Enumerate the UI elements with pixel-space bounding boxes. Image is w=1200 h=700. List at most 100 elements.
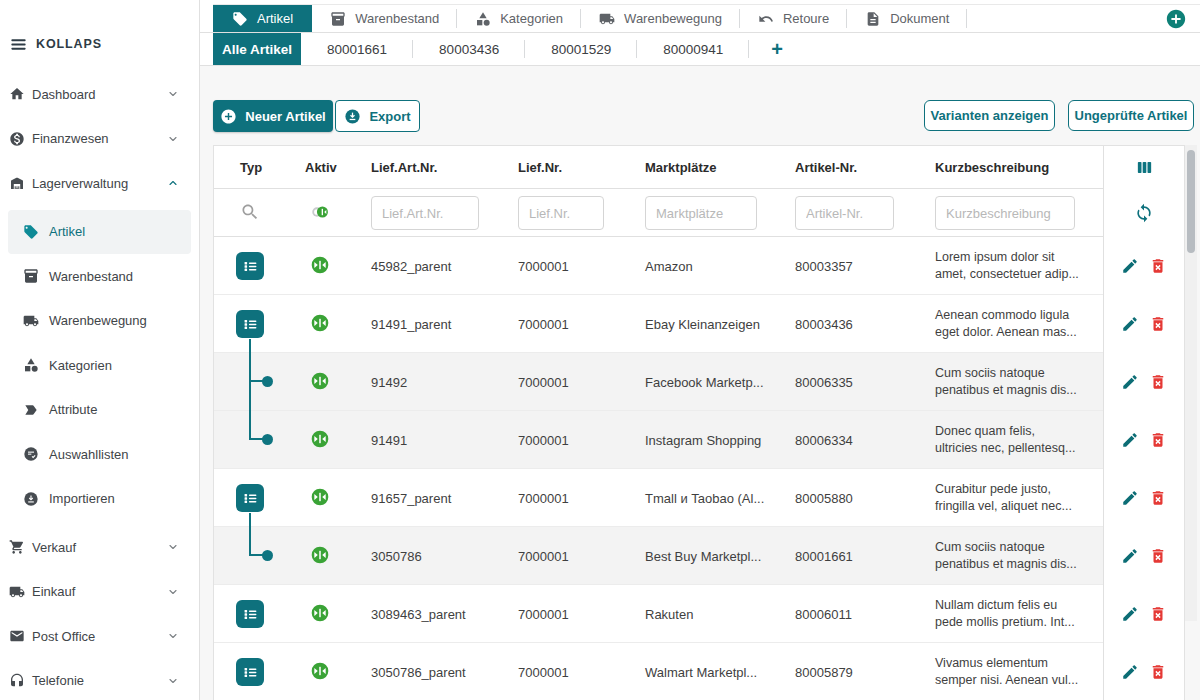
sidebar-item-lagerverwaltung[interactable]: Lagerverwaltung xyxy=(0,161,199,206)
active-status-icon xyxy=(310,313,330,333)
truck-icon xyxy=(599,11,615,27)
column-header-artikel-nr-: Artikel-Nr. xyxy=(795,160,935,175)
variant-list-button[interactable] xyxy=(236,252,264,280)
tree-connector-line xyxy=(249,411,251,440)
export-button[interactable]: Export xyxy=(335,100,420,132)
delete-icon[interactable] xyxy=(1149,605,1167,623)
filter-input-kurzbeschreibung[interactable] xyxy=(935,196,1075,230)
active-status-icon xyxy=(310,371,330,391)
sidebar-item-attribute[interactable]: Attribute xyxy=(8,388,191,433)
filter-input-lief_art_nr[interactable] xyxy=(371,196,479,230)
edit-icon[interactable] xyxy=(1121,257,1139,275)
cell-lief-nr: 7000001 xyxy=(518,665,645,680)
show-variants-button[interactable]: Varianten anzeigen xyxy=(924,100,1055,131)
table-row[interactable]: 45982_parent7000001Amazon80003357Lorem i… xyxy=(214,237,1184,295)
delete-icon[interactable] xyxy=(1149,257,1167,275)
edit-icon[interactable] xyxy=(1121,663,1139,681)
filter-input-artikel_nr[interactable] xyxy=(795,196,894,230)
delete-icon[interactable] xyxy=(1149,489,1167,507)
tab-retoure[interactable]: Retoure xyxy=(740,5,847,32)
scrollbar-thumb[interactable] xyxy=(1187,150,1195,253)
export-label: Export xyxy=(369,109,410,124)
tab-artikel[interactable]: Artikel xyxy=(213,5,312,32)
edit-icon[interactable] xyxy=(1121,489,1139,507)
subtab-80001661[interactable]: 80001661 xyxy=(301,33,413,65)
sidebar-item-dashboard[interactable]: Dashboard xyxy=(0,72,199,117)
cell-marktplatz: Best Buy Marketpl... xyxy=(645,549,795,564)
sidebar-item-label: Post Office xyxy=(32,629,95,644)
edit-icon[interactable] xyxy=(1121,315,1139,333)
active-filter-toggle-icon[interactable] xyxy=(310,202,330,222)
hamburger-menu-icon[interactable] xyxy=(9,35,28,54)
cell-marktplatz: Rakuten xyxy=(645,607,795,622)
column-header-lief-nr-: Lief.Nr. xyxy=(518,160,645,175)
chevron-down-icon xyxy=(167,675,179,687)
sidebar-item-importieren[interactable]: Importieren xyxy=(8,477,191,522)
tab-label: Kategorien xyxy=(500,11,563,26)
sidebar-item-label: Kategorien xyxy=(49,358,112,373)
subtab-80000941[interactable]: 80000941 xyxy=(637,33,749,65)
refresh-icon[interactable] xyxy=(1134,203,1154,223)
filter-input-lief_nr[interactable] xyxy=(518,196,604,230)
vertical-scrollbar[interactable] xyxy=(1185,145,1197,621)
table-row[interactable]: 914927000001Facebook Marketp...80006335C… xyxy=(214,353,1184,411)
tab-kategorien[interactable]: Kategorien xyxy=(457,5,581,32)
tab-label: Warenbewegung xyxy=(624,11,722,26)
tree-connector-dot xyxy=(262,376,273,387)
table-row[interactable]: 30507867000001Best Buy Marketpl...800016… xyxy=(214,527,1184,585)
table-row[interactable]: 3089463_parent7000001Rakuten80006011Null… xyxy=(214,585,1184,643)
list-icon xyxy=(241,605,260,624)
unchecked-articles-button[interactable]: Ungeprüfte Artikel xyxy=(1068,100,1194,131)
column-header-kurzbeschreibung: Kurzbeschreibung xyxy=(935,160,1103,175)
cell-kurzbeschreibung: Lorem ipsum dolor sit amet, consectetuer… xyxy=(935,249,1103,283)
sidebar-item-verkauf[interactable]: Verkauf xyxy=(0,525,199,570)
variant-list-button[interactable] xyxy=(236,484,264,512)
tab-warenbestand[interactable]: Warenbestand xyxy=(312,5,457,32)
primary-tab-bar: ArtikelWarenbestand Kategorien Warenbewegu… xyxy=(200,0,1200,33)
sidebar-item-warenbestand[interactable]: Warenbestand xyxy=(8,254,191,299)
tab-dokument[interactable]: Dokument xyxy=(847,5,967,32)
subtab-alle-artikel[interactable]: Alle Artikel xyxy=(213,33,301,65)
sidebar-item-auswahllisten[interactable]: Auswahllisten xyxy=(8,432,191,477)
variant-list-button[interactable] xyxy=(236,310,264,338)
cell-marktplatz: Walmart Marketpl... xyxy=(645,665,795,680)
table-row[interactable]: 3050786_parent7000001Walmart Marketpl...… xyxy=(214,643,1184,700)
delete-icon[interactable] xyxy=(1149,663,1167,681)
subtab-80001529[interactable]: 80001529 xyxy=(525,33,637,65)
delete-icon[interactable] xyxy=(1149,547,1167,565)
new-article-button[interactable]: Neuer Artikel xyxy=(213,100,333,132)
add-tab-button[interactable] xyxy=(1165,8,1187,30)
subtab-80003436[interactable]: 80003436 xyxy=(413,33,525,65)
tab-warenbewegung[interactable]: Warenbewegung xyxy=(581,5,740,32)
cell-lief-nr: 7000001 xyxy=(518,607,645,622)
edit-icon[interactable] xyxy=(1121,547,1139,565)
sidebar-item-artikel[interactable]: Artikel xyxy=(8,210,191,255)
sidebar-item-einkauf[interactable]: Einkauf xyxy=(0,570,199,615)
sidebar-item-warenbewegung[interactable]: Warenbewegung xyxy=(8,299,191,344)
column-header-typ: Typ xyxy=(214,160,292,175)
sidebar-item-finanzwesen[interactable]: Finanzwesen xyxy=(0,117,199,162)
box-icon xyxy=(330,11,346,27)
cell-kurzbeschreibung: Cum sociis natoque penatibus et magnis d… xyxy=(935,365,1103,399)
column-settings-icon[interactable] xyxy=(1135,158,1154,177)
sidebar-item-kategorien[interactable]: Kategorien xyxy=(8,343,191,388)
delete-icon[interactable] xyxy=(1149,431,1167,449)
table-row[interactable]: 914917000001Instagram Shopping80006334Do… xyxy=(214,411,1184,469)
sidebar-item-telefonie[interactable]: Telefonie xyxy=(0,659,199,700)
add-subtab-button[interactable]: + xyxy=(749,33,805,65)
tree-connector-line xyxy=(249,513,251,527)
variant-list-button[interactable] xyxy=(236,600,264,628)
variant-list-button[interactable] xyxy=(236,658,264,686)
delete-icon[interactable] xyxy=(1149,373,1167,391)
edit-icon[interactable] xyxy=(1121,373,1139,391)
edit-icon[interactable] xyxy=(1121,431,1139,449)
active-status-icon xyxy=(310,429,330,449)
table-row[interactable]: 91491_parent7000001Ebay Kleinanzeigen800… xyxy=(214,295,1184,353)
edit-icon[interactable] xyxy=(1121,605,1139,623)
sidebar-item-postoffice[interactable]: Post Office xyxy=(0,614,199,659)
delete-icon[interactable] xyxy=(1149,315,1167,333)
filter-input-marktplaetze[interactable] xyxy=(645,196,757,230)
tag-icon xyxy=(23,224,39,240)
table-row[interactable]: 91657_parent7000001Tmall и Taobao (Al...… xyxy=(214,469,1184,527)
home-icon xyxy=(9,86,25,102)
